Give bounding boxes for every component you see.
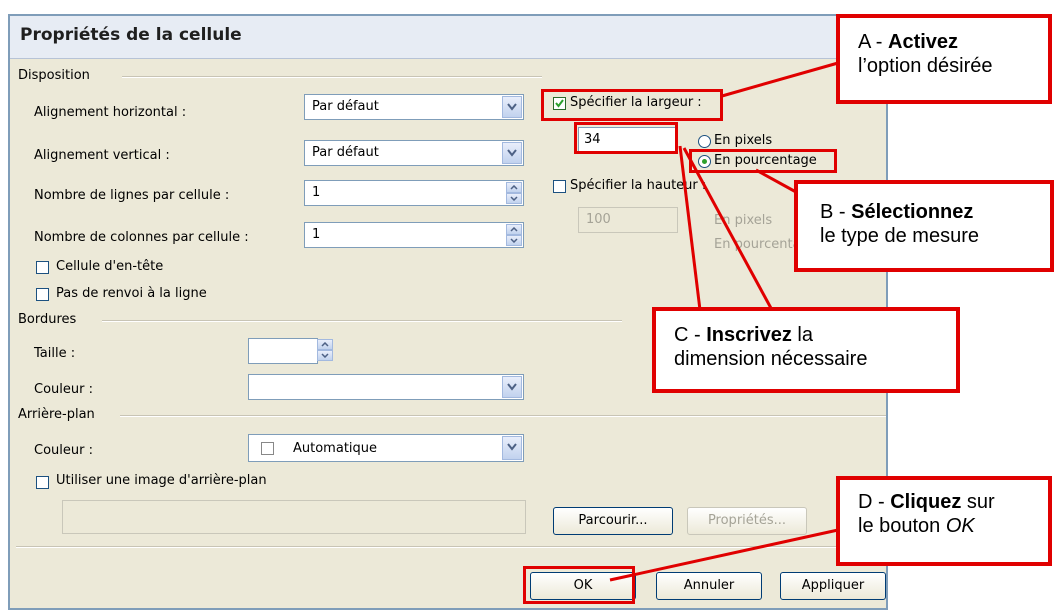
callout-a: A - Activez l’option désirée	[836, 14, 1052, 104]
connector-b	[755, 168, 797, 194]
callout-c: C - Inscrivez la dimension nécessaire	[652, 307, 960, 393]
connector-a	[721, 61, 839, 98]
callout-d: D - Cliquez sur le bouton OK	[836, 476, 1052, 566]
connector-d	[609, 528, 839, 582]
callout-b: B - Sélectionnez le type de mesure	[794, 180, 1054, 272]
